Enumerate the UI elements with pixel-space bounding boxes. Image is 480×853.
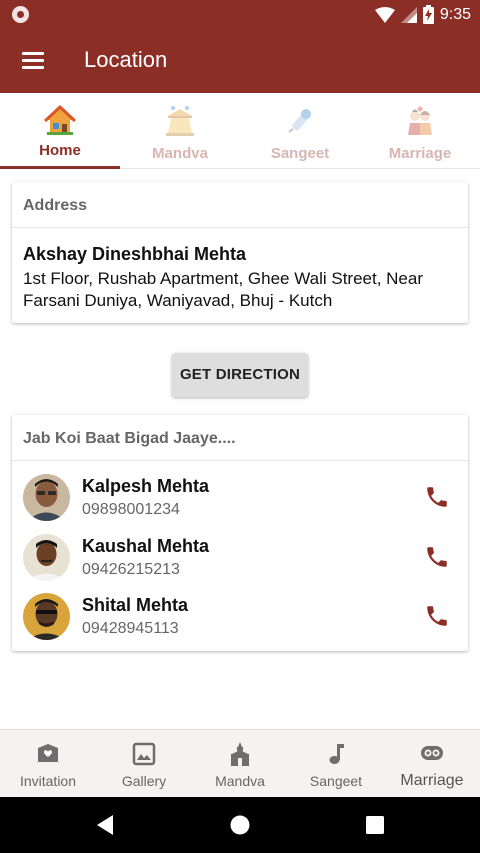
nav-sangeet-label: Sangeet: [309, 773, 363, 789]
contact-row: Kalpesh Mehta 09898001234: [12, 470, 468, 526]
get-direction-button[interactable]: GET DIRECTION: [172, 353, 308, 397]
avatar: [23, 474, 70, 521]
contact-row: Kaushal Mehta 09426215213: [12, 530, 468, 586]
menu-icon[interactable]: [22, 52, 44, 70]
page-title: Location: [84, 47, 168, 72]
phone-icon[interactable]: [424, 484, 450, 510]
mandap-icon: [166, 106, 194, 136]
app-bar: Location: [0, 29, 480, 93]
contact-name: Kalpesh Mehta: [82, 476, 210, 496]
contacts-header: Jab Koi Baat Bigad Jaaye....: [12, 415, 468, 461]
phone-icon[interactable]: [424, 544, 450, 570]
address-text: 1st Floor, Rushab Apartment, Ghee Wali S…: [23, 269, 423, 310]
nav-sangeet[interactable]: Sangeet: [288, 730, 384, 798]
house-icon: [44, 105, 76, 135]
nav-gallery-label: Gallery: [121, 773, 167, 789]
tab-sangeet-label: Sangeet: [270, 145, 330, 162]
tab-home[interactable]: Home: [0, 93, 120, 169]
tab-indicator: [0, 166, 120, 169]
wifi-icon: [374, 6, 395, 23]
contact-row: Shital Mehta 09428945113: [12, 589, 468, 645]
music-note-icon: [329, 744, 344, 764]
nav-invitation-label: Invitation: [19, 773, 77, 789]
tab-home-label: Home: [39, 142, 81, 159]
status-bar: 9:35: [0, 0, 480, 29]
address-name: Akshay Dineshbhai Mehta: [23, 244, 247, 264]
nav-marriage[interactable]: Marriage: [384, 730, 480, 798]
tab-mandva[interactable]: Mandva: [120, 93, 240, 169]
status-indicators: 9:35: [374, 4, 471, 25]
gallery-icon: [132, 742, 156, 766]
invitation-icon: [38, 744, 58, 762]
nav-invitation[interactable]: Invitation: [0, 730, 96, 798]
address-card: Address Akshay Dineshbhai Mehta 1st Floo…: [12, 182, 468, 323]
bottom-nav: Invitation Gallery Mandva Sangeet Marria…: [0, 729, 480, 797]
system-nav-bar: [0, 797, 480, 853]
tab-mandva-label: Mandva: [152, 145, 208, 162]
couple-icon: [408, 106, 432, 135]
tab-marriage-label: Marriage: [388, 145, 452, 162]
tab-marriage[interactable]: Marriage: [360, 93, 480, 169]
contact-name: Kaushal Mehta: [82, 536, 210, 556]
top-tabs: Home Mandva Sangeet Marriage: [0, 93, 480, 169]
battery-charging-icon: [422, 5, 434, 24]
nav-gallery[interactable]: Gallery: [96, 730, 192, 798]
microphone-icon: [288, 109, 311, 133]
contact-phone: 09898001234: [82, 501, 180, 518]
address-header: Address: [12, 182, 468, 228]
notification-icon: [12, 6, 29, 23]
contact-phone: 09428945113: [82, 620, 179, 637]
nav-marriage-label: Marriage: [400, 772, 464, 789]
avatar: [23, 593, 70, 640]
couple-icon: [421, 746, 443, 760]
tab-sangeet[interactable]: Sangeet: [240, 93, 360, 169]
contact-name: Shital Mehta: [82, 595, 189, 615]
recents-icon[interactable]: [366, 816, 384, 834]
nav-mandva-label: Mandva: [215, 773, 265, 789]
status-time: 9:35: [439, 5, 471, 23]
phone-icon[interactable]: [424, 603, 450, 629]
signal-icon: [400, 6, 417, 23]
home-circle-icon[interactable]: [229, 814, 251, 836]
contact-phone: 09426215213: [82, 561, 180, 578]
nav-mandva[interactable]: Mandva: [192, 730, 288, 798]
avatar: [23, 534, 70, 581]
contacts-card: Jab Koi Baat Bigad Jaaye.... Kalpesh Meh…: [12, 415, 468, 651]
temple-icon: [231, 742, 249, 766]
back-icon[interactable]: [95, 814, 115, 836]
